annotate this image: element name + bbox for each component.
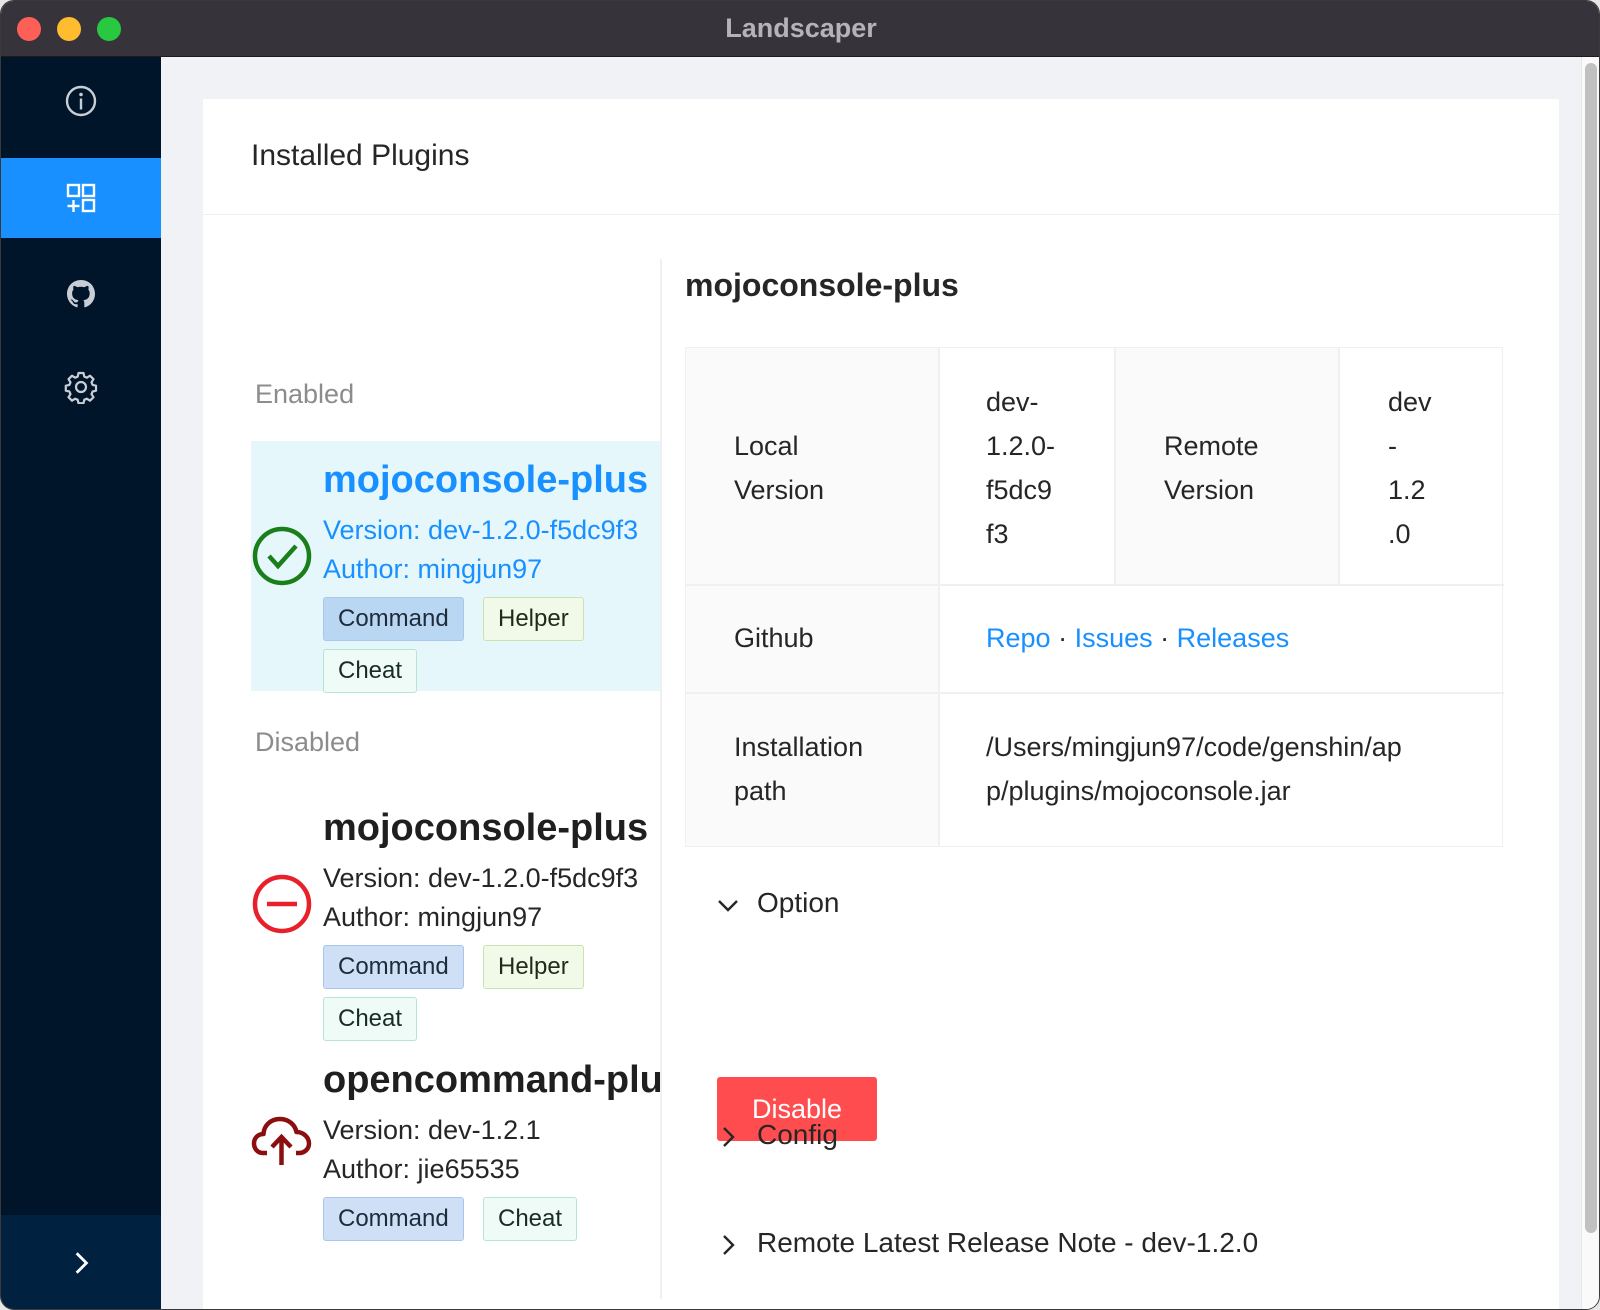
remote-version-label: Remote Version [1164,431,1259,505]
plugin-item[interactable]: opencommand-plus Version: dev-1.2.1 Auth… [251,1059,661,1259]
link-separator: · [1160,623,1170,653]
release-note-label: Remote Latest Release Note - dev-1.2.0 [757,1227,1259,1258]
tag-helper: Helper [483,945,584,989]
tag-command: Command [323,597,464,641]
tag-cheat: Cheat [483,1197,578,1241]
local-version-label: Local Version [734,431,825,505]
releases-link[interactable]: Releases [1177,623,1290,653]
plugin-descriptions: Local Version dev- 1.2.0- f5dc9 f3 Remot… [685,347,1504,847]
plugin-name: mojoconsole-plus [323,807,649,849]
plugin-item[interactable]: mojoconsole-plus Version: dev-1.2.0-f5dc… [251,789,661,1041]
github-links: Repo · Issues · Releases [986,616,1289,660]
chevron-down-icon [718,899,738,912]
plugin-name: opencommand-plus [323,1059,661,1101]
plugin-detail: mojoconsole-plus Local Version dev- 1.2.… [685,259,1515,1309]
minus-circle-icon [252,874,312,934]
link-separator: · [1058,623,1068,653]
title-bar: Landscaper [1,1,1599,57]
plugin-name: mojoconsole-plus [323,459,649,501]
plugin-author: Author: jie65535 [323,1154,520,1184]
divider [1338,348,1340,586]
check-circle-icon [252,526,312,586]
plugin-version: Version: dev-1.2.0-f5dc9f3 [323,863,639,893]
gear-icon [64,371,98,404]
plugin-version: Version: dev-1.2.1 [323,1115,541,1145]
cloud-upload-icon [251,1116,312,1165]
tag-command: Command [323,945,464,989]
plugin-item-selected[interactable]: mojoconsole-plus Version: dev-1.2.0-f5dc… [251,441,661,693]
tag-command: Command [323,1197,464,1241]
release-note-panel-header[interactable]: Remote Latest Release Note - dev-1.2.0 [715,1227,1258,1259]
local-version-value: dev- 1.2.0- f5dc9 f3 [986,387,1056,549]
sidebar-item-plugins[interactable] [1,158,161,238]
disabled-section-label: Disabled [255,727,361,757]
sidebar [1,57,161,1309]
github-label: Github [734,623,814,653]
divider [938,348,940,846]
enabled-section-label: Enabled [255,379,355,409]
chevron-right-icon [723,1126,735,1147]
window-title: Landscaper [725,13,877,43]
sidebar-item-settings[interactable] [1,347,161,427]
tag-cheat: Cheat [323,649,418,693]
tag-helper: Helper [483,597,584,641]
plugin-author: Author: mingjun97 [323,902,543,932]
pane-divider [660,259,662,1299]
app-window: Landscaper Installed Plugins Enabled moj… [0,0,1600,1310]
option-panel-header[interactable]: Option [715,887,840,919]
repo-link[interactable]: Repo [986,623,1051,653]
card-header: Installed Plugins [203,99,1559,215]
config-panel-header[interactable]: Config [715,1119,838,1151]
plugin-version: Version: dev-1.2.0-f5dc9f3 [323,515,639,545]
info-icon [65,85,97,117]
config-label: Config [757,1119,838,1150]
sidebar-item-about[interactable] [1,61,161,141]
remote-version-value: dev - 1.2 .0 [1388,387,1432,549]
plugins-icon [66,183,96,213]
divider [1114,348,1116,586]
detail-title: mojoconsole-plus [685,267,959,303]
sidebar-item-github[interactable] [1,254,161,334]
page-title: Installed Plugins [251,139,470,172]
divider [686,692,1504,694]
installation-path-value: /Users/mingjun97/code/genshin/ap p/plugi… [986,732,1402,806]
divider [686,584,1504,586]
plugin-list: Enabled mojoconsole-plus Version: dev-1.… [251,259,661,1309]
scrollbar-thumb[interactable] [1585,63,1597,1233]
plugin-author: Author: mingjun97 [323,554,543,584]
chevron-right-icon [723,1234,735,1255]
plugins-card: Installed Plugins Enabled mojoconsole-pl… [203,99,1559,1309]
chevron-right-icon [75,1252,89,1274]
github-icon [67,280,95,308]
sidebar-collapse-toggle[interactable] [1,1215,161,1309]
option-label: Option [757,887,840,918]
tag-cheat: Cheat [323,997,418,1041]
issues-link[interactable]: Issues [1075,623,1153,653]
installation-path-label: Installation path [734,732,864,806]
